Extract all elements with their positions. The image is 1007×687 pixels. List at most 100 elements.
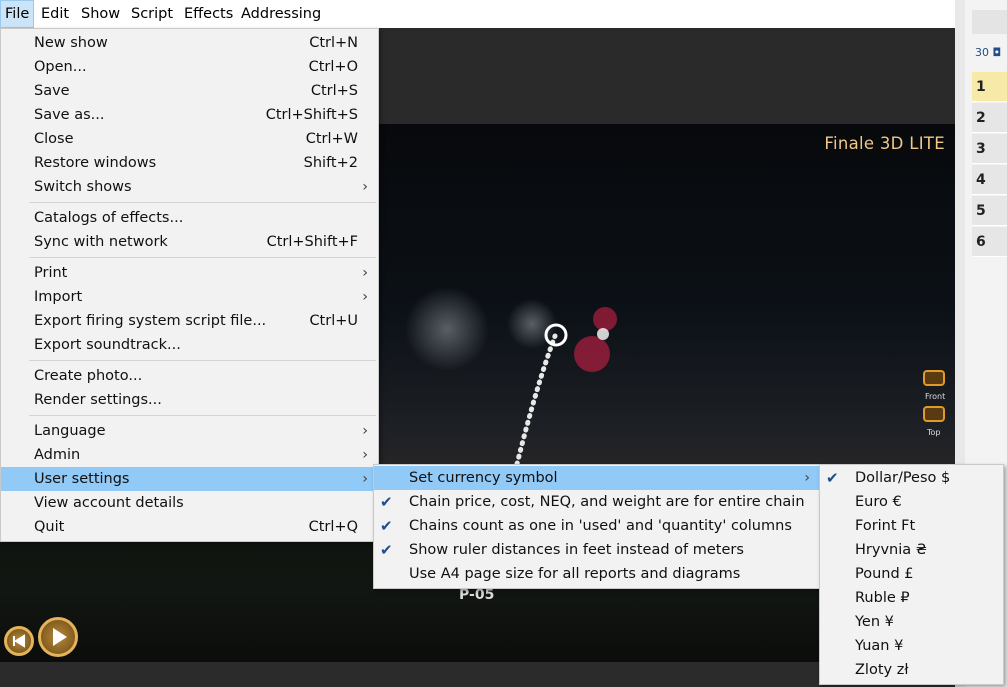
camera-front-icon[interactable]	[923, 370, 945, 386]
menu-item-user-settings[interactable]: User settings ›	[1, 467, 378, 491]
panel-count-value: 30	[975, 46, 989, 59]
menu-item-import[interactable]: Import ›	[1, 285, 378, 309]
currency-item-yuan[interactable]: Yuan ¥	[820, 634, 1003, 658]
menu-item-label: Print	[34, 265, 68, 281]
menu-item-label: Forint Ft	[855, 518, 916, 534]
menu-separator	[29, 415, 376, 416]
menu-item-label: Language	[34, 423, 106, 439]
menu-item-label: Close	[34, 131, 74, 147]
menu-item-label: Export firing system script file...	[34, 313, 267, 329]
play-button[interactable]	[38, 617, 78, 657]
chevron-right-icon: ›	[362, 471, 368, 487]
rewind-button[interactable]	[4, 626, 34, 656]
toolbar-area	[377, 28, 955, 124]
panel-row[interactable]: 2	[972, 103, 1007, 133]
menu-item-chains-count-as-one-in-used-and-quantity[interactable]: ✔ Chains count as one in 'used' and 'quan…	[374, 514, 820, 538]
menu-item-shortcut: Ctrl+Q	[308, 519, 358, 535]
currency-item-euro[interactable]: Euro €	[820, 490, 1003, 514]
menu-item-label: Show ruler distances in feet instead of …	[409, 542, 744, 558]
menu-item-sync-with-network[interactable]: Sync with network Ctrl+Shift+F	[1, 230, 378, 254]
menu-item-label: Chains count as one in 'used' and 'quant…	[409, 518, 792, 534]
menu-script[interactable]: Script	[127, 0, 177, 28]
menu-item-close[interactable]: Close Ctrl+W	[1, 127, 378, 151]
currency-item-yen[interactable]: Yen ¥	[820, 610, 1003, 634]
currency-item-zloty-z[interactable]: Zloty zł	[820, 658, 1003, 682]
menu-item-shortcut: Ctrl+Shift+S	[265, 107, 358, 123]
menu-item-export-soundtrack[interactable]: Export soundtrack...	[1, 333, 378, 357]
menu-item-label: Dollar/Peso $	[855, 470, 951, 486]
menu-item-shortcut: Ctrl+Shift+F	[266, 234, 358, 250]
menu-file[interactable]: File	[0, 0, 35, 28]
menu-item-shortcut: Ctrl+N	[309, 35, 358, 51]
panel-row[interactable]: 3	[972, 134, 1007, 164]
checkmark-icon: ✔	[380, 541, 393, 559]
menu-item-label: Set currency symbol	[409, 470, 558, 486]
menu-item-label: Chain price, cost, NEQ, and weight are f…	[409, 494, 805, 510]
checkmark-icon: ✔	[380, 517, 393, 535]
menu-addressing[interactable]: Addressing	[237, 0, 325, 28]
panel-row[interactable]: 1	[972, 72, 1007, 102]
chevron-right-icon: ›	[362, 447, 368, 463]
currency-item-dollar-peso[interactable]: ✔ Dollar/Peso $	[820, 466, 1003, 490]
menu-item-label: New show	[34, 35, 108, 51]
menu-item-label: Zloty zł	[855, 662, 909, 678]
menu-item-print[interactable]: Print ›	[1, 261, 378, 285]
menu-item-switch-shows[interactable]: Switch shows ›	[1, 175, 378, 199]
smoke-burst-left	[405, 287, 489, 371]
menu-item-shortcut: Ctrl+U	[309, 313, 358, 329]
menu-item-label: Open...	[34, 59, 87, 75]
menu-item-label: Render settings...	[34, 392, 162, 408]
menu-item-save[interactable]: Save Ctrl+S	[1, 79, 378, 103]
position-label: P-05	[459, 587, 495, 603]
currency-item-pound[interactable]: Pound £	[820, 562, 1003, 586]
menu-item-label: Ruble ₽	[855, 590, 910, 606]
chevron-right-icon: ›	[362, 265, 368, 281]
launch-trail	[514, 333, 558, 467]
menu-show[interactable]: Show	[77, 0, 124, 28]
currency-item-forint-ft[interactable]: Forint Ft	[820, 514, 1003, 538]
menu-item-label: Euro €	[855, 494, 902, 510]
menu-item-save-as[interactable]: Save as... Ctrl+Shift+S	[1, 103, 378, 127]
menu-item-render-settings[interactable]: Render settings...	[1, 388, 378, 412]
menu-item-quit[interactable]: Quit Ctrl+Q	[1, 515, 378, 539]
menu-item-label: Yuan ¥	[855, 638, 904, 654]
menu-separator	[29, 257, 376, 258]
menu-item-create-photo[interactable]: Create photo...	[1, 364, 378, 388]
menu-item-chain-price-cost-neq-and-weight-are-for-[interactable]: ✔ Chain price, cost, NEQ, and weight are …	[374, 490, 820, 514]
menu-effects[interactable]: Effects	[180, 0, 237, 28]
menu-item-admin[interactable]: Admin ›	[1, 443, 378, 467]
menu-item-restore-windows[interactable]: Restore windows Shift+2	[1, 151, 378, 175]
menu-item-label: View account details	[34, 495, 184, 511]
menu-item-catalogs-of-effects[interactable]: Catalogs of effects...	[1, 206, 378, 230]
panel-row[interactable]: 4	[972, 165, 1007, 195]
camera-top-icon[interactable]	[923, 406, 945, 422]
menu-item-export-firing-system-script-file[interactable]: Export firing system script file... Ctrl+…	[1, 309, 378, 333]
menu-item-label: Yen ¥	[855, 614, 894, 630]
menu-item-open[interactable]: Open... Ctrl+O	[1, 55, 378, 79]
menu-bar: File Edit Show Script Effects Addressing	[0, 0, 955, 29]
menu-item-label: Catalogs of effects...	[34, 210, 184, 226]
lock-icon: ◘	[992, 46, 1002, 59]
menu-item-use-a4-page-size-for-all-reports-and-dia[interactable]: Use A4 page size for all reports and dia…	[374, 562, 820, 586]
currency-submenu: ✔ Dollar/Peso $ Euro € Forint Ft Hryvnia ₴ Po…	[819, 464, 1004, 685]
chevron-right-icon: ›	[804, 470, 810, 486]
user-settings-submenu: Set currency symbol › ✔ Chain price, cost, …	[373, 464, 821, 589]
menu-item-shortcut: Ctrl+S	[310, 83, 358, 99]
menu-item-view-account-details[interactable]: View account details	[1, 491, 378, 515]
panel-row[interactable]: 6	[972, 227, 1007, 257]
menu-edit[interactable]: Edit	[37, 0, 73, 28]
camera-front-label: Front	[925, 392, 946, 401]
menu-item-new-show[interactable]: New show Ctrl+N	[1, 31, 378, 55]
panel-row[interactable]: 5	[972, 196, 1007, 226]
menu-item-language[interactable]: Language ›	[1, 419, 378, 443]
status-bar	[0, 662, 960, 687]
rewind-icon	[13, 634, 25, 648]
file-menu: New show Ctrl+N Open... Ctrl+O Save Ctrl+S Sav…	[0, 28, 379, 542]
menu-separator	[29, 360, 376, 361]
currency-item-ruble[interactable]: Ruble ₽	[820, 586, 1003, 610]
menu-item-set-currency-symbol[interactable]: Set currency symbol ›	[374, 466, 820, 490]
currency-item-hryvnia[interactable]: Hryvnia ₴	[820, 538, 1003, 562]
red-burst	[574, 307, 617, 372]
checkmark-icon: ✔	[826, 469, 839, 487]
menu-item-show-ruler-distances-in-feet-instead-of-[interactable]: ✔ Show ruler distances in feet instead of…	[374, 538, 820, 562]
